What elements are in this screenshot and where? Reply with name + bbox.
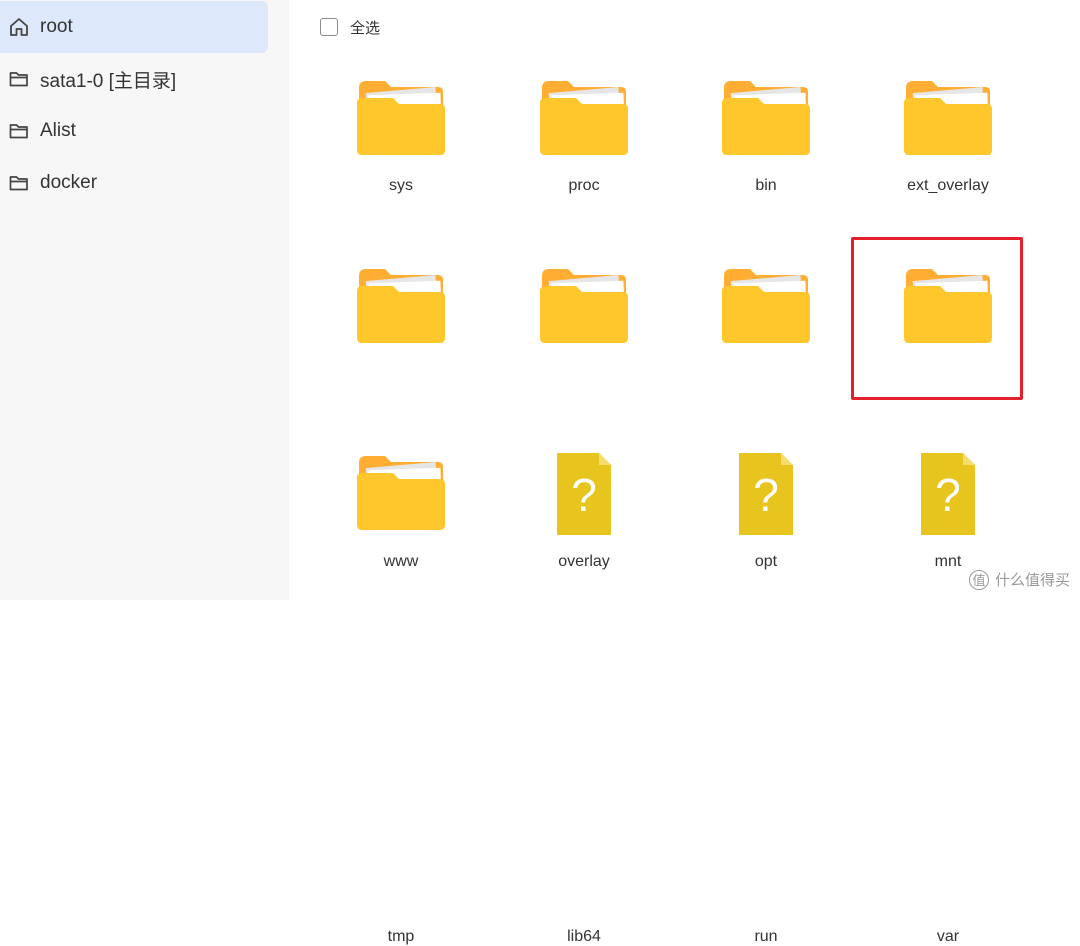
unknown-file-icon: ? <box>538 453 630 535</box>
sidebar-item-root[interactable]: root <box>0 1 268 53</box>
sidebar-item-sata1-0[interactable]: sata1-0 [主目录] <box>0 53 268 105</box>
folder-item[interactable]: tmp <box>326 453 476 945</box>
file-name: run <box>754 928 778 945</box>
file-name: var <box>936 928 960 945</box>
unknown-file-icon: ? <box>902 453 994 535</box>
sidebar-item-label: root <box>40 16 73 37</box>
file-name: tmp <box>387 928 415 945</box>
watermark-logo-icon: 值 <box>968 569 989 590</box>
file-name: sys <box>389 177 413 194</box>
sidebar-item-docker[interactable]: docker <box>0 157 268 209</box>
file-name: ext_overlay <box>907 177 989 194</box>
folder-item[interactable]: proc <box>509 78 659 228</box>
folder-icon <box>720 266 812 348</box>
folder-icon <box>355 78 447 160</box>
folder-item[interactable]: bin <box>691 78 841 228</box>
folder-icon <box>538 266 630 348</box>
svg-text:?: ? <box>571 469 597 521</box>
folder-item[interactable]: mnt <box>873 266 1023 570</box>
folder-item[interactable]: overlay <box>509 266 659 570</box>
folder-icon <box>538 78 630 160</box>
select-all-checkbox[interactable] <box>320 18 338 36</box>
sidebar-item-label: sata1-0 [主目录] <box>40 70 177 92</box>
select-all[interactable]: 全选 <box>320 16 380 38</box>
sidebar-item-label: Alist <box>40 120 76 141</box>
folder-item[interactable]: opt <box>691 266 841 570</box>
select-all-label: 全选 <box>350 18 381 37</box>
folder-outline-icon <box>8 172 30 194</box>
folder-icon <box>720 78 812 160</box>
svg-text:?: ? <box>753 469 779 521</box>
folder-icon <box>902 266 994 348</box>
file-item[interactable]: ? lib64 <box>509 453 659 945</box>
folder-outline-icon <box>8 68 30 90</box>
unknown-file-icon: ? <box>720 453 812 535</box>
sidebar: root sata1-0 [主目录] Alist docker <box>0 0 289 600</box>
file-item[interactable]: ? run <box>691 453 841 945</box>
folder-icon <box>355 266 447 348</box>
watermark: 值 什么值得买 <box>968 569 1070 590</box>
watermark-text: 什么值得买 <box>994 571 1070 589</box>
folder-item[interactable]: ext_overlay <box>873 78 1023 228</box>
file-name: proc <box>568 177 600 194</box>
folder-outline-icon <box>8 120 30 142</box>
sidebar-item-alist[interactable]: Alist <box>0 105 268 157</box>
folder-icon <box>355 453 447 535</box>
file-name: lib64 <box>567 928 601 945</box>
folder-item[interactable]: sys <box>326 78 476 228</box>
svg-text:?: ? <box>935 469 961 521</box>
sidebar-item-label: docker <box>40 172 98 193</box>
folder-icon <box>902 78 994 160</box>
folder-item[interactable]: www <box>326 266 476 570</box>
file-name: bin <box>755 177 777 194</box>
home-icon <box>8 16 30 38</box>
